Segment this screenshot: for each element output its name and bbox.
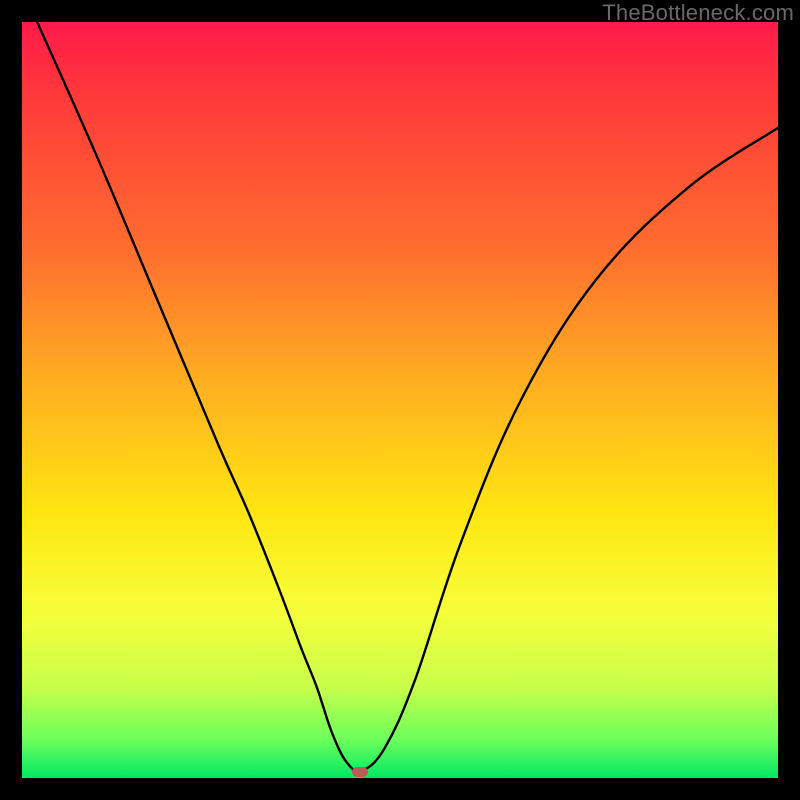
- bottleneck-chart: TheBottleneck.com: [0, 0, 800, 800]
- plot-area: [22, 22, 778, 778]
- minimum-marker: [352, 767, 368, 777]
- bottleneck-curve: [37, 22, 778, 771]
- watermark-text: TheBottleneck.com: [602, 0, 794, 26]
- curve-svg: [22, 22, 778, 778]
